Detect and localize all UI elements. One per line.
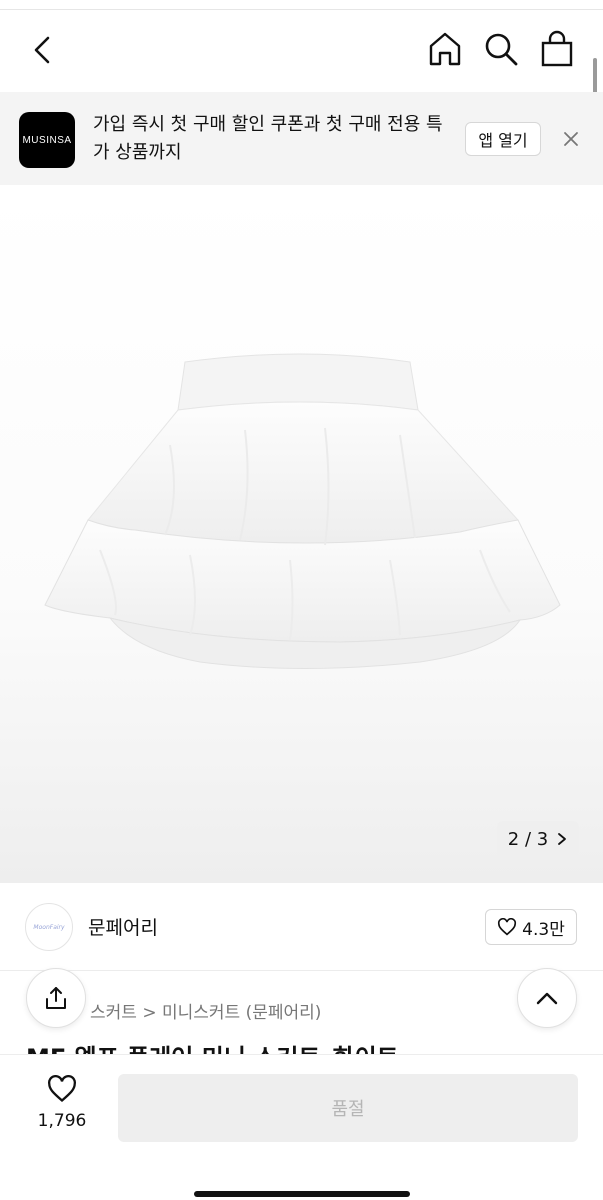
product-title-text: MF 엘프 플레어 미니 스커트_화이트 — [26, 1040, 586, 1054]
app-promo-banner: MUSINSA 가입 즉시 첫 구매 할인 쿠폰과 첫 구매 전용 특가 상품까… — [0, 92, 603, 185]
home-icon[interactable] — [426, 30, 464, 68]
share-button[interactable] — [26, 968, 86, 1028]
heart-icon — [48, 1075, 76, 1102]
bottom-action-bar: 1,796 품절 — [0, 1054, 603, 1200]
sold-out-button[interactable]: 품절 — [118, 1074, 578, 1142]
chevron-up-icon — [536, 992, 558, 1005]
brand-name[interactable]: 문페어리 — [88, 913, 158, 940]
pager-text: 2 / 3 — [507, 828, 549, 850]
brand-avatar[interactable]: MoonFairy — [25, 903, 73, 951]
gallery-pager[interactable]: 2 / 3 — [497, 821, 579, 857]
heart-icon — [498, 918, 517, 936]
product-image-gallery[interactable]: 2 / 3 — [0, 185, 603, 883]
home-indicator — [194, 1191, 410, 1197]
chevron-right-icon — [558, 833, 567, 845]
brand-row[interactable]: MoonFairy 문페어리 4.3만 — [0, 883, 603, 971]
brand-like-count: 4.3만 — [522, 919, 565, 940]
status-area — [0, 0, 603, 10]
musinsa-logo: MUSINSA — [19, 112, 75, 168]
back-icon[interactable] — [26, 32, 62, 68]
open-app-button[interactable]: 앱 열기 — [465, 122, 541, 156]
product-title: MF 엘프 플레어 미니 스커트_화이트 — [26, 1040, 586, 1054]
wishlist-button[interactable]: 1,796 — [30, 1075, 94, 1145]
top-nav — [0, 10, 603, 92]
product-image — [44, 353, 561, 669]
promo-message: 가입 즉시 첫 구매 할인 쿠폰과 첫 구매 전용 특가 상품까지 — [93, 114, 443, 163]
scroll-top-button[interactable] — [517, 968, 577, 1028]
breadcrumb[interactable]: 스커트 > 미니스커트 (문페어리) — [90, 998, 321, 1023]
close-icon[interactable] — [560, 128, 582, 150]
bag-icon[interactable] — [538, 30, 576, 68]
wishlist-count: 1,796 — [37, 1111, 87, 1131]
share-icon — [46, 987, 66, 1009]
search-icon[interactable] — [482, 30, 520, 68]
brand-like-button[interactable]: 4.3만 — [485, 909, 577, 945]
